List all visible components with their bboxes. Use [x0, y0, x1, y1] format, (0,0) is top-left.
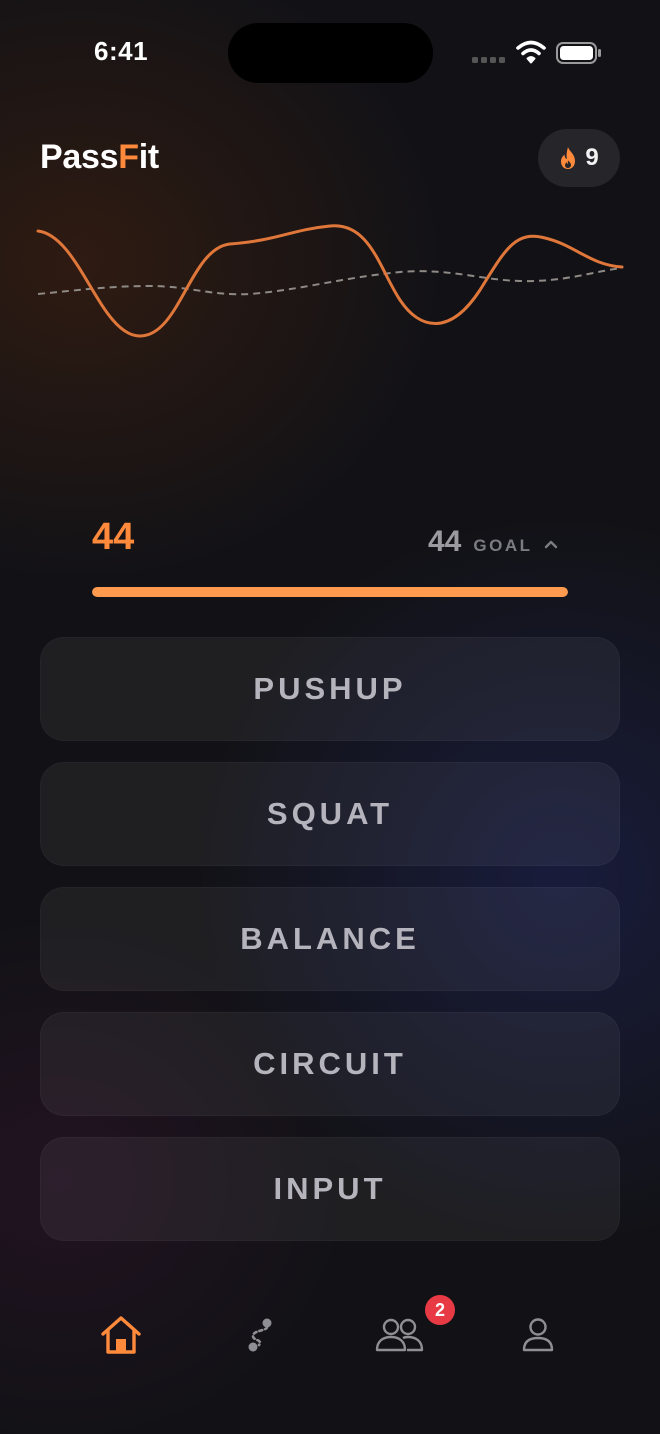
chevron-up-icon	[545, 540, 558, 549]
wifi-icon	[516, 40, 546, 64]
goal-label: GOAL	[473, 536, 533, 555]
trend-dashed-line	[37, 267, 623, 296]
flame-icon	[561, 147, 576, 169]
progress-fill	[92, 587, 568, 597]
cellular-signal-icon	[472, 57, 505, 63]
friends-icon	[375, 1318, 424, 1352]
squat-button[interactable]: SQUAT	[40, 762, 620, 866]
logo-suffix: it	[138, 138, 159, 176]
trend-chart	[36, 224, 624, 338]
input-button[interactable]: INPUT	[40, 1137, 620, 1241]
tab-route[interactable]	[235, 1310, 285, 1360]
progress-bar	[92, 587, 568, 597]
pushup-button[interactable]: PUSHUP	[40, 637, 620, 741]
app-screen: 6:41 PassFit 9 44 44 GOAL PUSHUP SQUAT B…	[0, 0, 660, 1434]
battery-icon	[556, 42, 601, 64]
home-icon	[101, 1316, 141, 1354]
status-time: 6:41	[94, 36, 149, 66]
goal-selector[interactable]: 44 GOAL	[428, 525, 558, 559]
current-count: 44	[92, 516, 135, 558]
streak-count: 9	[585, 144, 599, 171]
app-logo: PassFit	[40, 138, 159, 177]
tab-home[interactable]	[96, 1310, 146, 1360]
logo-prefix: Pass	[40, 138, 119, 176]
route-icon	[248, 1318, 272, 1352]
circuit-button[interactable]: CIRCUIT	[40, 1012, 620, 1116]
trend-line	[36, 224, 624, 338]
goal-value: 44	[428, 525, 462, 558]
streak-badge[interactable]: 9	[538, 129, 620, 187]
tab-profile[interactable]	[513, 1310, 563, 1360]
tab-friends[interactable]	[374, 1310, 424, 1360]
dynamic-island	[228, 23, 433, 83]
notification-badge: 2	[425, 1295, 455, 1325]
profile-icon	[522, 1318, 554, 1352]
logo-accent-letter: F	[118, 138, 139, 176]
balance-button[interactable]: BALANCE	[40, 887, 620, 991]
